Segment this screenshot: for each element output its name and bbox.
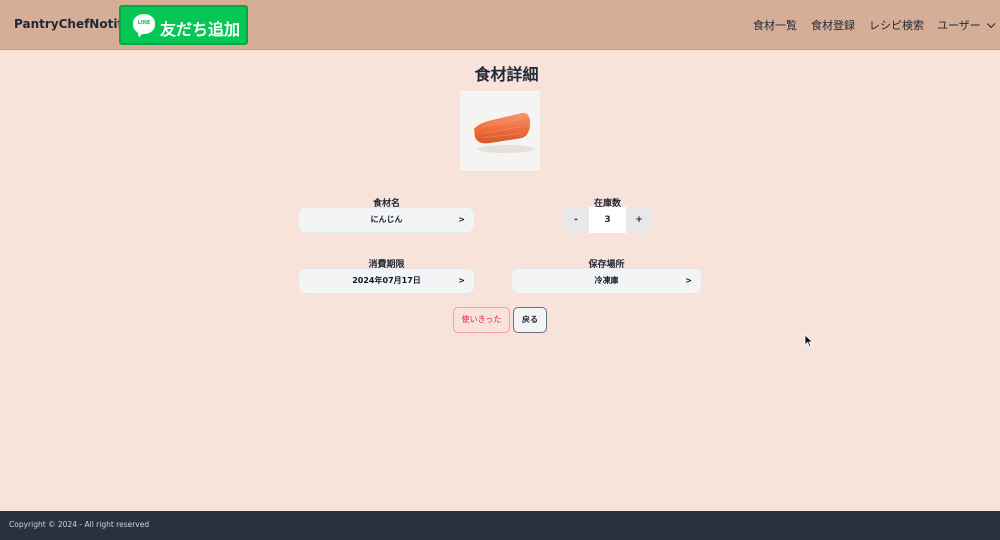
ingredient-photo [460,91,540,171]
nav-item-ingredient-register[interactable]: 食材登録 [811,17,855,33]
quantity-value[interactable]: 3 [589,207,626,233]
ingredient-name-value: にんじん [370,215,403,224]
chevron-down-icon [986,19,996,29]
chevron-right-icon: > [458,215,465,224]
copyright-text: Copyright © 2024 - All right reserved [9,520,150,529]
nav-item-ingredient-list[interactable]: 食材一覧 [753,17,797,33]
back-button[interactable]: 戻る [513,307,547,333]
chevron-right-icon: > [685,276,692,285]
nav-item-recipe-search[interactable]: レシピ検索 [869,17,924,33]
nav-item-user-menu[interactable]: ユーザー [937,17,996,33]
nav-menu: 食材一覧 食材登録 レシピ検索 ユーザー [0,17,1000,33]
footer: Copyright © 2024 - All right reserved [0,511,1000,540]
expiry-date-value: 2024年07月17日 [352,276,421,285]
storage-location-value: 冷凍庫 [594,276,619,285]
quantity-stepper: - 3 + [563,207,652,233]
used-up-button[interactable]: 使いきった [453,307,510,333]
expiry-date-select[interactable]: 2024年07月17日 > [298,268,475,294]
page-title: 食材詳細 [474,65,539,84]
storage-location-select[interactable]: 冷凍庫 > [511,268,702,294]
nav-item-user-label: ユーザー [937,19,981,32]
chevron-right-icon: > [458,276,465,285]
mouse-cursor-icon [804,334,814,348]
navbar: PantryChefNotifier LINE 友だち追加 食材一覧 食材登録 … [0,0,1000,50]
carrot-photo-icon [460,91,540,171]
ingredient-name-select[interactable]: にんじん > [298,207,475,233]
quantity-increment-button[interactable]: + [626,207,652,233]
quantity-decrement-button[interactable]: - [563,207,589,233]
